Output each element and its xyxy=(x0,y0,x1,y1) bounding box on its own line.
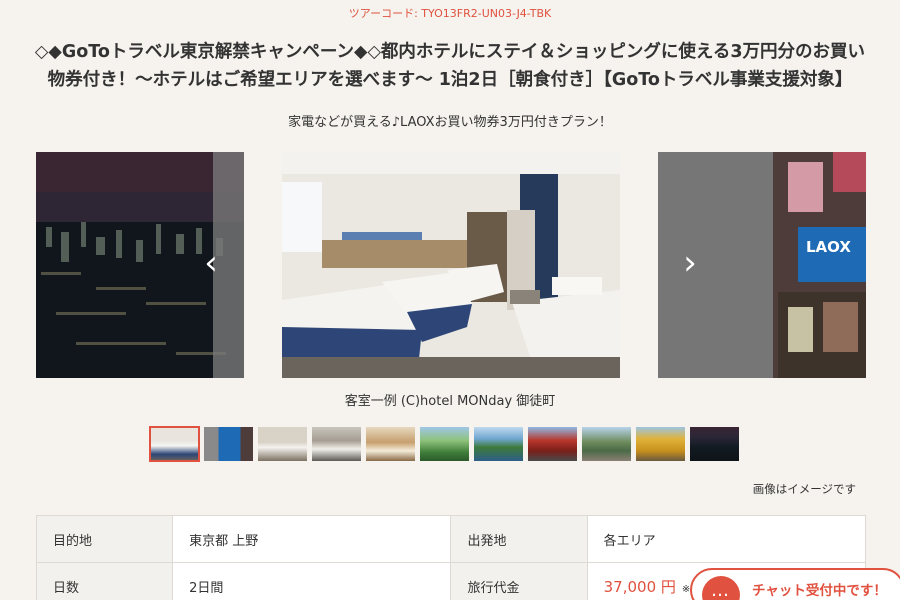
thumbnail-pond[interactable] xyxy=(474,427,523,461)
carousel-prev-button[interactable]: ‹ xyxy=(196,246,226,282)
thumbnail-hotel-room[interactable] xyxy=(149,426,200,462)
image-caption: 客室一例 (C)hotel MONday 御徒町 xyxy=(344,394,556,409)
image-carousel: LAOX ‹ › xyxy=(0,152,900,378)
days-label: 日数 xyxy=(35,562,174,600)
price-value: 37,000 円 xyxy=(603,577,676,596)
departure-label: 出発地 xyxy=(450,515,588,563)
thumbnail-strip xyxy=(149,426,739,462)
table-row: 目的地 東京都 上野 出発地 各エリア xyxy=(35,515,867,563)
page-title: ◇◆GoToトラベル東京解禁キャンペーン◆◇都内ホテルにステイ＆ショッピングに使… xyxy=(34,42,866,90)
thumbnail-night-city[interactable] xyxy=(690,427,739,461)
chat-bubble-icon xyxy=(702,576,740,600)
image-disclaimer: 画像はイメージです xyxy=(752,482,856,496)
carousel-next-button[interactable]: › xyxy=(675,246,705,282)
tour-code: ツアーコード: TYO13FR2-UN03-J4-TBK xyxy=(348,7,552,20)
hotel-room-image xyxy=(282,152,620,378)
chat-button[interactable]: チャット受付中です！ xyxy=(690,568,900,600)
thumbnail-street[interactable] xyxy=(582,427,631,461)
carousel-slide-hotel-room[interactable] xyxy=(282,152,620,378)
svg-text:LAOX: LAOX xyxy=(806,238,851,256)
thumbnail-room-beds[interactable] xyxy=(258,427,307,461)
thumbnail-park-green[interactable] xyxy=(420,427,469,461)
thumbnail-ginkgo[interactable] xyxy=(636,427,685,461)
departure-value: 各エリア xyxy=(586,515,867,563)
destination-label: 目的地 xyxy=(35,515,174,563)
price-label: 旅行代金 xyxy=(450,562,588,600)
plan-subtitle: 家電などが買える♪LAOXお買い物券3万円付きプラン！ xyxy=(288,115,612,130)
thumbnail-room-twin[interactable] xyxy=(312,427,361,461)
thumbnail-room-warm[interactable] xyxy=(366,427,415,461)
destination-value: 東京都 上野 xyxy=(172,515,452,563)
chat-label: チャット受付中です！ xyxy=(752,583,887,599)
thumbnail-laox-shop[interactable] xyxy=(204,427,253,461)
days-value: 2日間 xyxy=(172,562,452,600)
thumbnail-temple[interactable] xyxy=(528,427,577,461)
